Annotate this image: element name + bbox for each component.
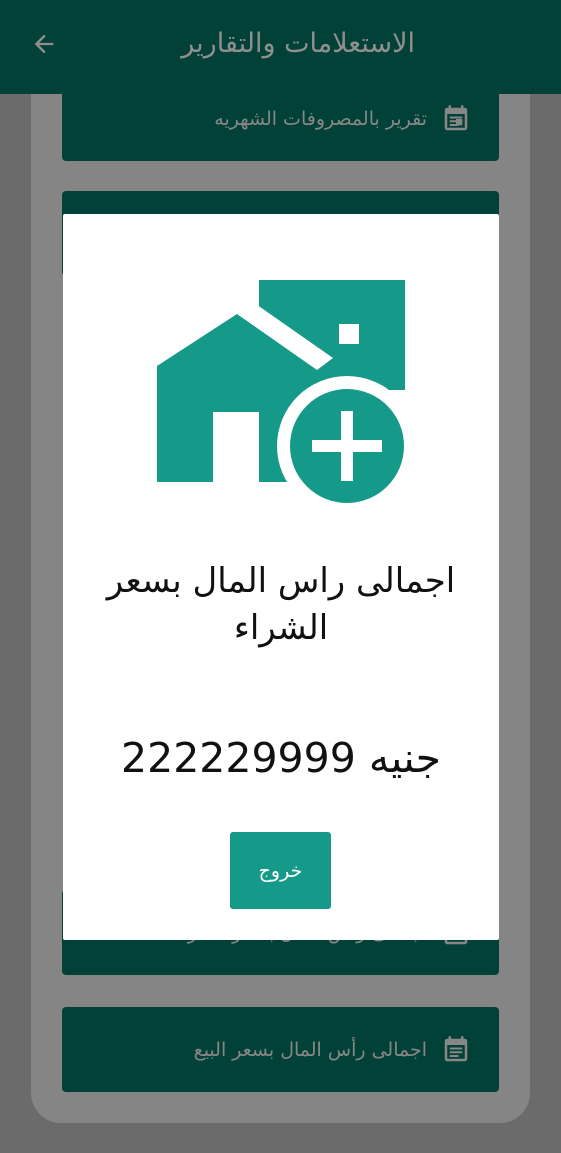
report-card-label: اجمالى رأس المال بسعر البيع <box>193 1038 427 1061</box>
back-button[interactable] <box>24 24 64 64</box>
amount-unit: جنيه <box>368 734 441 782</box>
arrow-back-icon <box>34 34 54 54</box>
calendar-icon <box>441 104 471 134</box>
capital-amount: جنيه 222229999 <box>63 732 499 784</box>
home-add-icon <box>157 280 407 506</box>
amount-value: 222229999 <box>121 734 356 782</box>
exit-button[interactable]: خروج <box>230 832 331 909</box>
dialog-title: اجمالى راس المال بسعر الشراء <box>106 561 456 648</box>
capital-dialog: اجمالى راس المال بسعر الشراء جنيه 222229… <box>63 214 499 940</box>
page-title: الاستعلامات والتقارير <box>181 28 415 59</box>
calendar-icon <box>441 1035 471 1065</box>
report-card-monthly-expenses[interactable]: تقرير بالمصروفات الشهريه <box>62 76 499 161</box>
report-card-capital-sale[interactable]: اجمالى رأس المال بسعر البيع <box>62 1007 499 1092</box>
report-card-label: تقرير بالمصروفات الشهريه <box>214 107 427 130</box>
